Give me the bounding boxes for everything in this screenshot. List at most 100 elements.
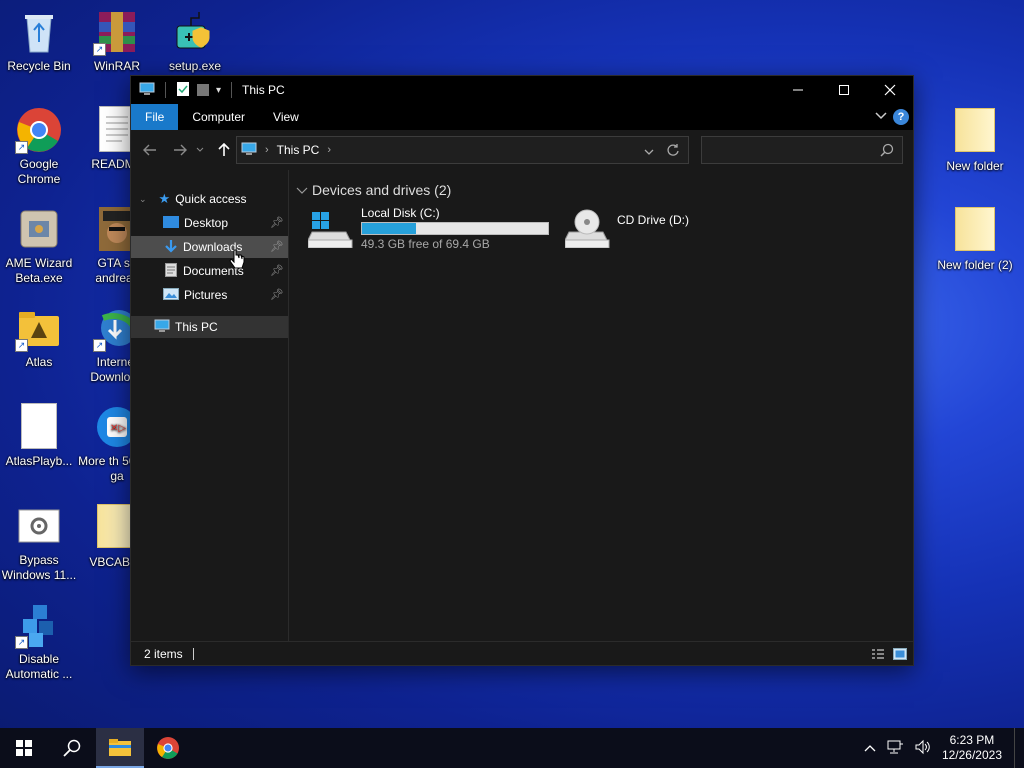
desktop-icon-ame-wizard[interactable]: AME Wizard Beta.exe — [0, 205, 78, 286]
star-icon: ★ — [158, 191, 171, 206]
chrome-icon: ↗ — [15, 106, 63, 154]
search-icon — [63, 739, 81, 757]
chevron-down-icon[interactable] — [296, 182, 308, 198]
back-button[interactable] — [137, 137, 163, 163]
breadcrumb-this-pc[interactable]: This PC — [277, 143, 320, 157]
clock-time: 6:23 PM — [949, 733, 995, 747]
properties-icon[interactable] — [176, 81, 190, 100]
desktop-icon-new-folder[interactable]: New folder — [936, 106, 1014, 174]
file-list: Devices and drives (2) Local Disk (C:) 4… — [290, 170, 913, 642]
start-button[interactable] — [0, 728, 48, 768]
pin-icon[interactable]: 📌︎ — [270, 264, 284, 277]
pictures-icon — [163, 287, 179, 303]
windows-logo-icon — [16, 740, 32, 756]
search-input[interactable] — [701, 136, 903, 164]
desktop-icon-new-folder-2[interactable]: New folder (2) — [936, 205, 1014, 273]
explorer-window: ▾ This PC File Computer View ? › This PC… — [130, 75, 914, 666]
file-explorer-icon — [109, 739, 131, 756]
drive-item-d[interactable]: CD Drive (D:) — [564, 206, 735, 252]
blank-file-icon — [15, 403, 63, 451]
minimize-button[interactable] — [775, 76, 821, 104]
tab-file[interactable]: File — [131, 104, 179, 130]
shortcut-arrow-icon: ↗ — [93, 43, 106, 56]
shortcut-arrow-icon: ↗ — [93, 339, 106, 352]
new-folder-icon[interactable] — [196, 81, 210, 100]
taskbar: 6:23 PM 12/26/2023 — [0, 728, 1024, 768]
recent-locations-button[interactable] — [193, 137, 207, 163]
separator — [165, 82, 166, 98]
desktop-icon-atlas[interactable]: ↗ Atlas — [0, 304, 78, 370]
address-history-dropdown[interactable] — [644, 145, 654, 159]
window-title: This PC — [242, 83, 285, 97]
minimize-icon — [793, 89, 803, 91]
sidebar-item-this-pc[interactable]: This PC — [131, 316, 288, 338]
mouse-cursor — [229, 249, 245, 274]
clock[interactable]: 6:23 PM 12/26/2023 — [942, 733, 1002, 763]
taskbar-chrome[interactable] — [144, 728, 192, 768]
details-view-icon — [872, 649, 884, 659]
large-icons-view-button[interactable] — [893, 647, 907, 664]
desktop-icon-disable-automatic[interactable]: ↗ Disable Automatic ... — [0, 601, 78, 682]
this-pc-icon[interactable] — [139, 82, 155, 99]
taskbar-file-explorer[interactable] — [96, 728, 144, 768]
desktop-icon-recycle-bin[interactable]: Recycle Bin — [0, 8, 78, 74]
pin-icon[interactable]: 📌︎ — [270, 216, 284, 229]
sidebar-item-desktop[interactable]: Desktop 📌︎ — [131, 212, 288, 234]
expand-ribbon-icon[interactable] — [875, 110, 887, 124]
sidebar-item-downloads[interactable]: Downloads 📌︎ — [131, 236, 288, 258]
details-view-button[interactable] — [871, 647, 885, 664]
forward-button[interactable] — [167, 137, 193, 163]
close-button[interactable] — [867, 76, 913, 104]
this-pc-icon — [154, 319, 170, 336]
show-desktop-button[interactable] — [1014, 728, 1018, 768]
maximize-button[interactable] — [821, 76, 867, 104]
address-bar[interactable]: › This PC › — [236, 136, 689, 164]
tab-computer[interactable]: Computer — [178, 104, 259, 130]
show-hidden-icons-button[interactable] — [864, 741, 876, 755]
shortcut-arrow-icon: ↗ — [15, 141, 28, 154]
help-icon[interactable]: ? — [893, 109, 909, 125]
desktop-icon-bypass[interactable]: Bypass Windows 11... — [0, 502, 78, 583]
network-icon[interactable] — [886, 739, 904, 758]
navigation-bar: › This PC › — [131, 130, 913, 170]
shortcut-arrow-icon: ↗ — [15, 339, 28, 352]
desktop-icon-chrome[interactable]: ↗ Google Chrome — [0, 106, 78, 187]
sidebar-item-documents[interactable]: Documents 📌︎ — [131, 260, 288, 282]
large-icons-view-icon — [893, 648, 907, 660]
cd-drive-icon — [564, 208, 611, 251]
desktop-icon-setup[interactable]: setup.exe — [156, 8, 234, 74]
group-header-devices[interactable]: Devices and drives (2) — [296, 182, 451, 198]
sidebar-item-pictures[interactable]: Pictures 📌︎ — [131, 284, 288, 306]
breadcrumb-separator-icon[interactable]: › — [327, 144, 331, 156]
pin-icon[interactable]: 📌︎ — [270, 240, 284, 253]
pin-icon[interactable]: 📌︎ — [270, 288, 284, 301]
sidebar-item-quick-access[interactable]: ⌄ ★ Quick access — [131, 188, 288, 210]
navigation-pane: ⌄ ★ Quick access Desktop 📌︎ Downloads 📌︎… — [131, 170, 289, 642]
chevron-up-icon — [864, 745, 876, 752]
search-button[interactable] — [48, 728, 96, 768]
chevron-down-icon[interactable]: ⌄ — [139, 194, 147, 205]
drive-usage-fill — [362, 223, 416, 234]
refresh-button[interactable] — [666, 143, 680, 160]
tab-view[interactable]: View — [259, 104, 313, 130]
drive-free-space: 49.3 GB free of 69.4 GB — [361, 237, 490, 251]
customize-toolbar-icon[interactable]: ▾ — [216, 85, 221, 96]
this-pc-icon — [241, 142, 257, 159]
desktop-icon-atlasplaybook[interactable]: AtlasPlayb... — [0, 403, 78, 469]
desktop-folder-icon — [163, 215, 179, 231]
search-icon[interactable] — [880, 143, 894, 160]
volume-icon[interactable] — [914, 739, 932, 758]
recycle-bin-icon — [15, 8, 63, 56]
breadcrumb-separator-icon[interactable]: › — [265, 144, 269, 156]
title-bar[interactable]: ▾ This PC — [131, 76, 913, 104]
folder-icon — [951, 108, 999, 156]
settings-file-icon — [15, 502, 63, 550]
status-bar: 2 items — [131, 641, 913, 665]
desktop-icon-winrar[interactable]: ↗ WinRAR — [78, 8, 156, 74]
up-button[interactable] — [211, 137, 237, 163]
winrar-icon: ↗ — [93, 8, 141, 56]
documents-icon — [165, 262, 177, 280]
drive-item-c[interactable]: Local Disk (C:) 49.3 GB free of 69.4 GB — [307, 206, 553, 252]
download-arrow-icon — [165, 239, 177, 256]
maximize-icon — [839, 85, 849, 95]
